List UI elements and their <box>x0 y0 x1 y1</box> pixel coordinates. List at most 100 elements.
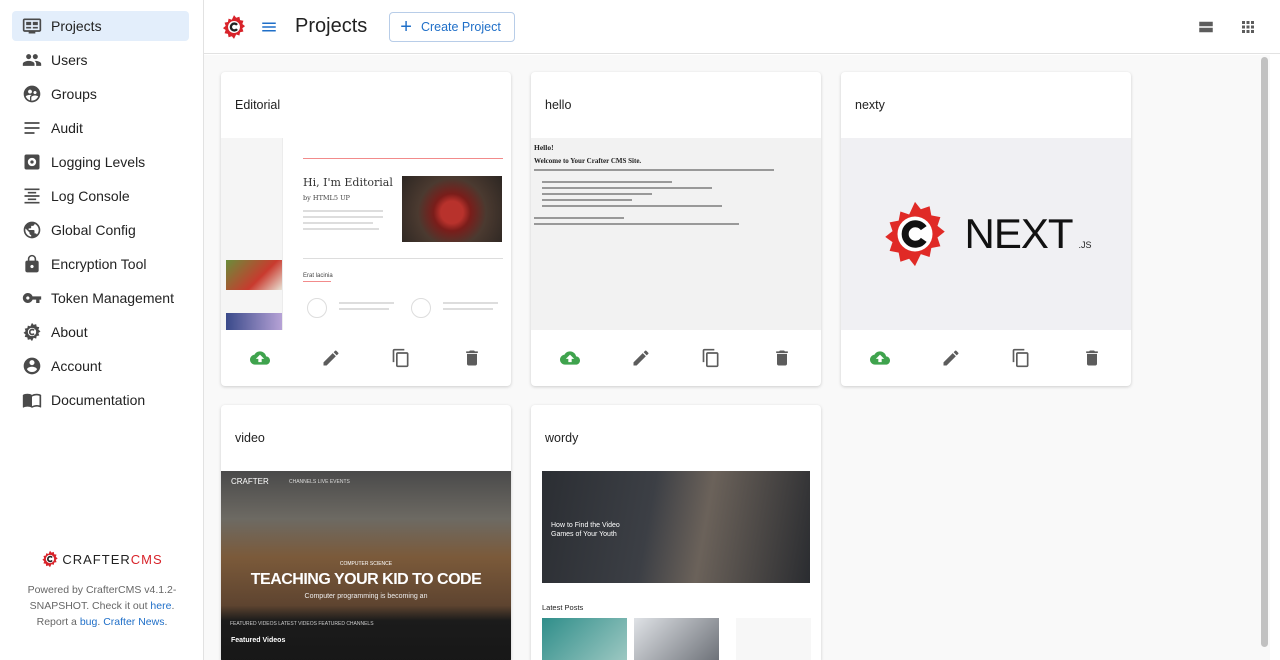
edit-icon[interactable] <box>629 346 653 370</box>
nextjs-logo-text: NEXT <box>964 210 1073 257</box>
preview-icon-circle <box>411 298 431 318</box>
duplicate-icon[interactable] <box>1009 346 1033 370</box>
project-name: nexty <box>855 98 885 112</box>
book-icon <box>22 390 42 410</box>
preview-text-line <box>542 181 672 183</box>
crafter-logo-icon <box>42 550 59 568</box>
sidebar: Projects Users Groups Audit Logging Leve… <box>0 0 204 660</box>
project-card-editorial[interactable]: Editorial Hi, I'm Editorial by HTML5 UP … <box>221 72 511 386</box>
preview-logo: CRAFTER <box>231 477 269 486</box>
edit-icon[interactable] <box>319 346 343 370</box>
project-preview-editorial[interactable]: Hi, I'm Editorial by HTML5 UP Erat lacin… <box>221 138 511 330</box>
project-card-wordy[interactable]: wordy How to Find the Video Games of You… <box>531 405 821 660</box>
project-preview-hello[interactable]: Hello! Welcome to Your Crafter CMS Site. <box>531 138 821 330</box>
audit-icon <box>22 118 42 138</box>
preview-text-line <box>534 217 624 219</box>
preview-icon-circle <box>307 298 327 318</box>
globe-icon <box>22 220 42 240</box>
sidebar-item-encryption-tool[interactable]: Encryption Tool <box>12 249 189 279</box>
sidebar-item-projects[interactable]: Projects <box>12 11 189 41</box>
publish-icon[interactable] <box>868 346 892 370</box>
delete-icon[interactable] <box>770 346 794 370</box>
project-card-video[interactable]: video CRAFTER CHANNELS LIVE EVENTS COMPU… <box>221 405 511 660</box>
sidebar-item-logging-levels[interactable]: Logging Levels <box>12 147 189 177</box>
nextjs-logo-suffix: .JS <box>1078 240 1092 250</box>
project-preview-nexty[interactable]: NEXT .JS <box>841 138 1131 330</box>
preview-kicker: COMPUTER SCIENCE <box>339 561 393 567</box>
delete-icon[interactable] <box>460 346 484 370</box>
footer-link-news[interactable]: Crafter News <box>103 616 164 628</box>
project-card-hello[interactable]: hello Hello! Welcome to Your Crafter CMS… <box>531 72 821 386</box>
sidebar-item-log-console[interactable]: Log Console <box>12 181 189 211</box>
sidebar-item-groups[interactable]: Groups <box>12 79 189 109</box>
preview-featured: Featured Videos <box>231 637 286 644</box>
preview-section-title: Erat lacinia <box>303 273 333 279</box>
sidebar-item-label: Encryption Tool <box>51 256 147 272</box>
list-view-icon[interactable] <box>1196 17 1216 37</box>
sidebar-item-label: Account <box>51 358 102 374</box>
preview-nav: CHANNELS LIVE EVENTS <box>289 479 350 485</box>
sidebar-item-label: Groups <box>51 86 97 102</box>
sidebar-item-audit[interactable]: Audit <box>12 113 189 143</box>
plus-icon: + <box>400 15 412 38</box>
edit-icon[interactable] <box>939 346 963 370</box>
sidebar-item-label: Logging Levels <box>51 154 146 170</box>
preview-text-line <box>303 210 383 212</box>
preview-text-line <box>534 169 774 171</box>
project-card-nexty[interactable]: nexty NEXT .JS <box>841 72 1131 386</box>
preview-heading: Hi, I'm Editorial <box>303 176 393 189</box>
groups-icon <box>22 84 42 104</box>
preview-latest-posts: Latest Posts <box>542 603 584 612</box>
users-icon <box>22 50 42 70</box>
lock-icon <box>22 254 42 274</box>
preview-hero-title: How to Find the Video Games of Your Yout… <box>551 522 620 538</box>
logo-text-cms: CMS <box>130 551 163 567</box>
grid-view-icon[interactable] <box>1238 17 1258 37</box>
key-icon <box>22 288 42 308</box>
preview-text-line <box>443 308 493 310</box>
footer-text: Powered by CrafterCMS v4.1.2-SNAPSHOT. C… <box>0 582 204 630</box>
project-name: wordy <box>545 431 579 445</box>
preview-text-line <box>339 302 394 304</box>
preview-sidebar <box>221 138 283 330</box>
publish-icon[interactable] <box>558 346 582 370</box>
delete-icon[interactable] <box>1080 346 1104 370</box>
project-actions <box>841 330 1131 386</box>
duplicate-icon[interactable] <box>389 346 413 370</box>
footer-link-here[interactable]: here <box>150 600 171 612</box>
preview-thumb-image <box>226 313 282 330</box>
duplicate-icon[interactable] <box>699 346 723 370</box>
preview-strawberry-image <box>402 176 502 242</box>
project-actions <box>531 330 821 386</box>
preview-text-line <box>303 216 383 218</box>
preview-text-line <box>534 223 739 225</box>
footer-link-bug[interactable]: bug <box>80 616 98 628</box>
sidebar-item-account[interactable]: Account <box>12 351 189 381</box>
project-preview-wordy[interactable]: How to Find the Video Games of Your Yout… <box>531 471 821 660</box>
preview-text-line <box>303 222 373 224</box>
menu-icon[interactable] <box>258 16 280 38</box>
sidebar-item-users[interactable]: Users <box>12 45 189 75</box>
project-name: video <box>235 431 265 445</box>
sidebar-item-label: Documentation <box>51 392 146 408</box>
create-project-button[interactable]: + Create Project <box>389 11 515 42</box>
project-preview-video[interactable]: CRAFTER CHANNELS LIVE EVENTS COMPUTER SC… <box>221 471 511 660</box>
preview-subheading: Welcome to Your Crafter CMS Site. <box>534 157 642 165</box>
sidebar-item-label: Audit <box>51 120 83 136</box>
logo-text-crafter: CRAFTER <box>62 551 131 567</box>
crafter-logo-icon[interactable] <box>221 14 247 40</box>
preview-text-line <box>443 302 498 304</box>
sidebar-item-token-management[interactable]: Token Management <box>12 283 189 313</box>
projects-grid: Editorial Hi, I'm Editorial by HTML5 UP … <box>204 55 1270 660</box>
crafter-cms-logo: CRAFTERCMS <box>0 550 204 568</box>
scrollbar[interactable] <box>1261 57 1268 647</box>
preview-text-line <box>542 187 712 189</box>
preview-subline: Computer programming is becoming an <box>304 593 428 600</box>
sidebar-item-label: Users <box>51 52 88 68</box>
sidebar-item-documentation[interactable]: Documentation <box>12 385 189 415</box>
sidebar-item-global-config[interactable]: Global Config <box>12 215 189 245</box>
sidebar-item-about[interactable]: About <box>12 317 189 347</box>
publish-icon[interactable] <box>248 346 272 370</box>
preview-headline: TEACHING YOUR KID TO CODE <box>250 571 482 588</box>
account-icon <box>22 356 42 376</box>
